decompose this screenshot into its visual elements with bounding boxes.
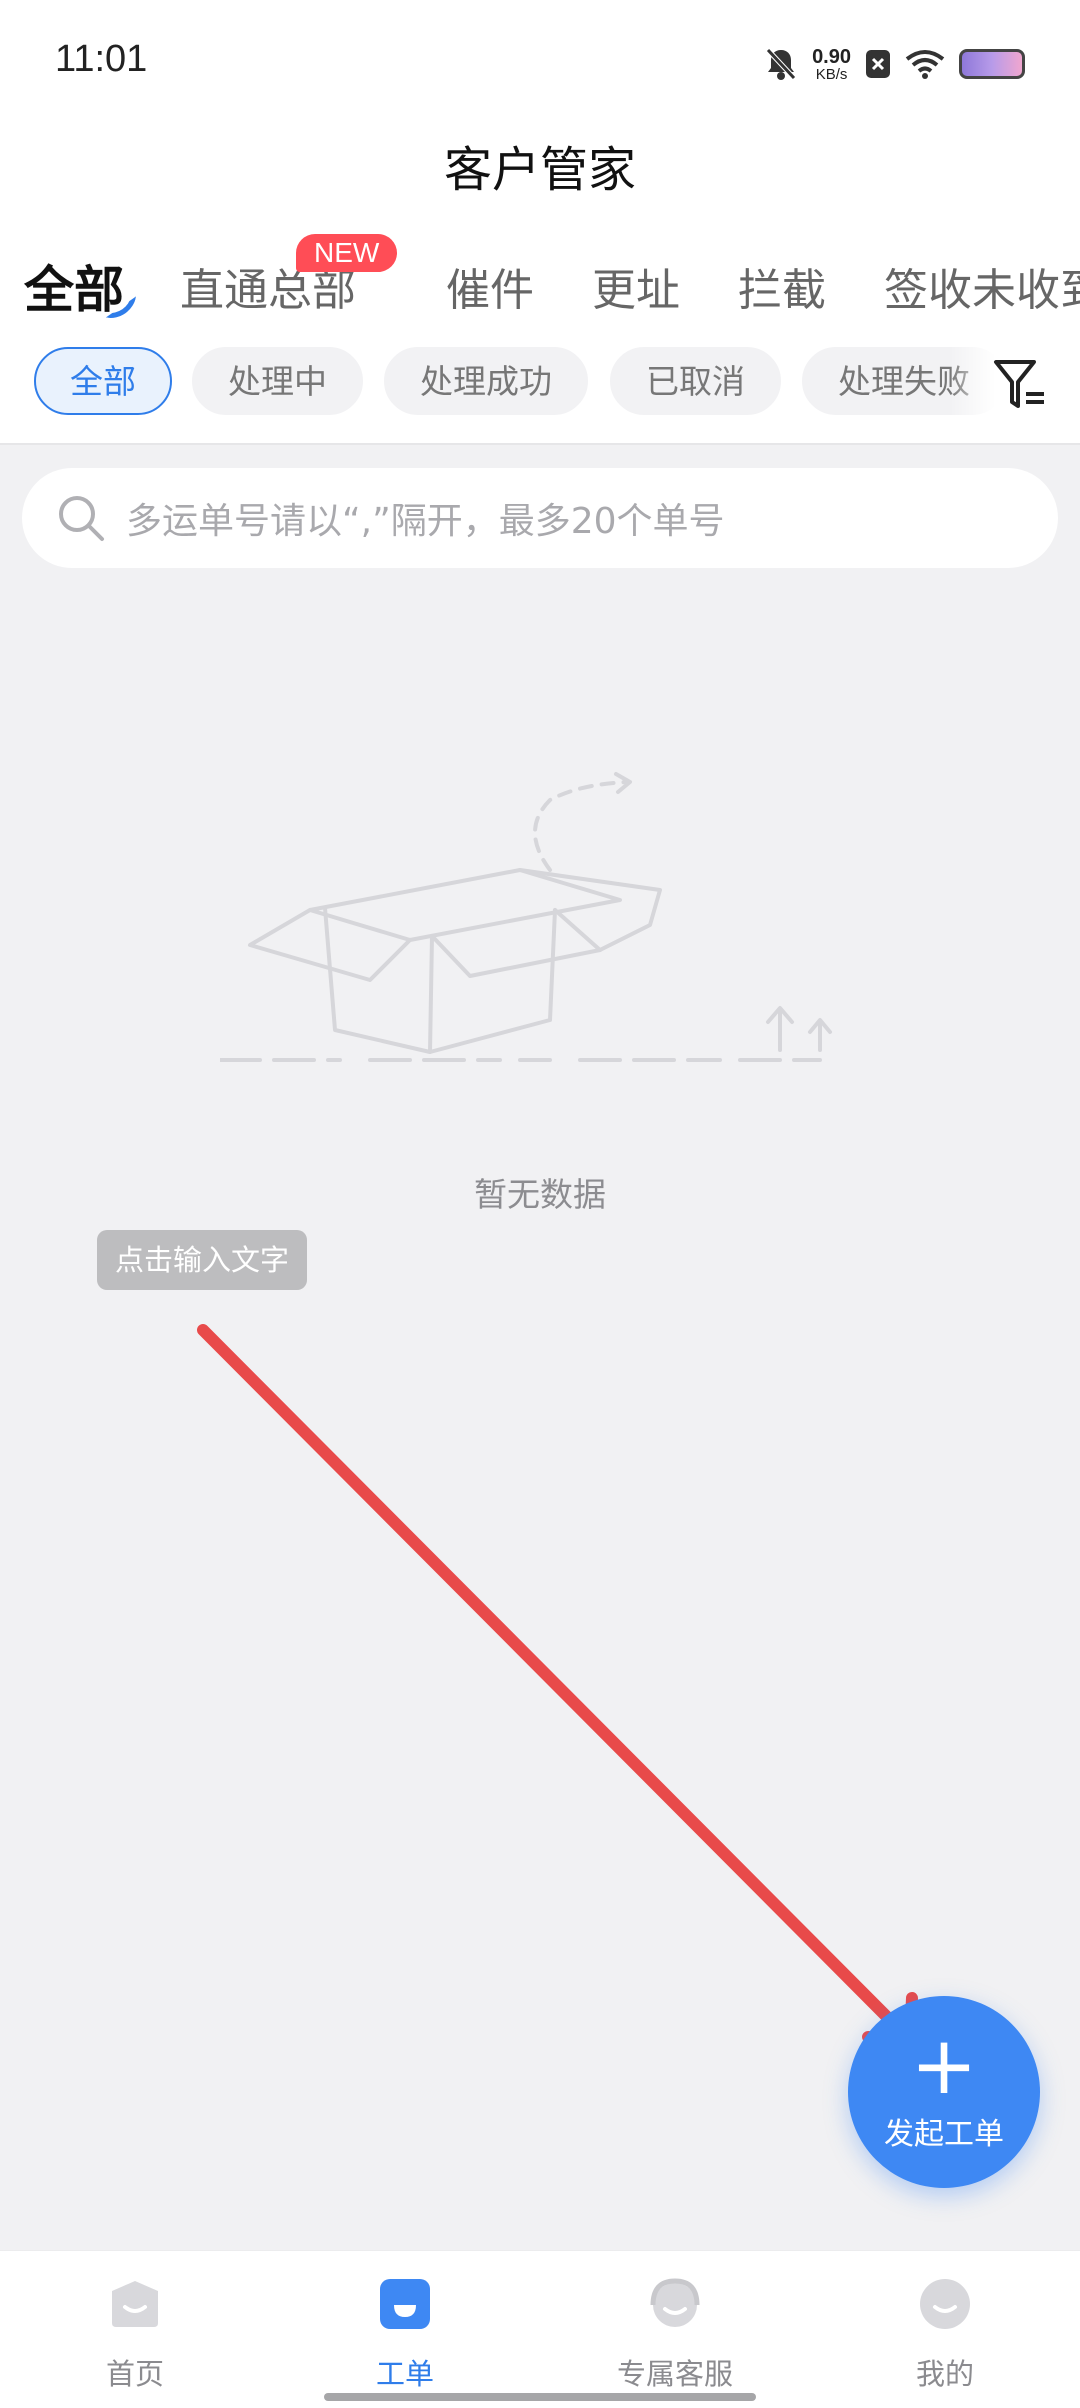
create-work-order-button[interactable]: + 发起工单 (848, 1996, 1040, 2188)
page-title: 客户管家 (443, 142, 636, 198)
wifi-icon (905, 50, 945, 79)
empty-box-illustration (220, 772, 832, 1062)
status-filter-bar: 全部 处理中 处理成功 已取消 处理失败 (0, 330, 1080, 445)
header: 客户管家 (0, 120, 1080, 230)
new-badge: NEW (296, 234, 398, 272)
chip-cancelled[interactable]: 已取消 (610, 347, 781, 415)
plus-icon: + (910, 2019, 978, 2112)
filter-icon[interactable] (990, 356, 1050, 416)
chip-all[interactable]: 全部 (34, 347, 172, 415)
battery-icon (959, 49, 1025, 79)
annotation-label[interactable]: 点击输入文字 (97, 1230, 308, 1290)
net-speed-value: 0.90 (812, 45, 851, 68)
customer-service-icon (650, 2278, 700, 2327)
nav-customer-service[interactable]: 专属客服 (540, 2251, 810, 2408)
nav-work-order-label: 工单 (375, 2357, 434, 2391)
profile-icon (920, 2279, 970, 2329)
nav-customer-service-label: 专属客服 (616, 2357, 733, 2391)
nav-profile[interactable]: 我的 (810, 2251, 1080, 2408)
status-time: 11:01 (55, 38, 148, 80)
nav-profile-label: 我的 (915, 2357, 974, 2391)
tab-intercept[interactable]: 拦截 (738, 254, 826, 318)
mute-bell-icon (766, 48, 796, 80)
search-placeholder: 多运单号请以“,”隔开，最多20个单号 (126, 501, 725, 542)
tab-change-address[interactable]: 更址 (592, 254, 680, 318)
status-bar: 11:01 0.90 KB/s (0, 0, 1080, 120)
tab-signed-not-received[interactable]: 签收未收到 (884, 254, 1080, 318)
close-notification-icon (866, 50, 890, 78)
search-box[interactable]: 多运单号请以“,”隔开，最多20个单号 (22, 468, 1058, 568)
home-icon (112, 2281, 158, 2327)
search-icon (59, 496, 104, 541)
chip-success[interactable]: 处理成功 (384, 347, 588, 415)
app-screen: 11:01 0.90 KB/s 客户管家 全部 直通总部 NEW 催件 更址 拦… (0, 0, 1080, 2408)
status-icons: 0.90 KB/s (764, 40, 1025, 88)
net-speed: 0.90 KB/s (812, 47, 851, 82)
work-order-icon (380, 2279, 430, 2329)
net-speed-unit: KB/s (815, 65, 848, 83)
main-tabs: 全部 直通总部 NEW 催件 更址 拦截 签收未收到 (0, 230, 1080, 330)
nav-home[interactable]: 首页 (0, 2251, 270, 2408)
bottom-nav: 首页 工单 专属客服 我的 (0, 2250, 1080, 2408)
empty-state-text: 暂无数据 (474, 1175, 606, 1214)
chip-processing[interactable]: 处理中 (192, 347, 363, 415)
nav-home-label: 首页 (105, 2357, 164, 2391)
tab-urge[interactable]: 催件 (446, 254, 534, 318)
nav-work-order[interactable]: 工单 (270, 2251, 540, 2408)
create-work-order-label: 发起工单 (884, 2117, 1004, 2152)
home-indicator[interactable] (324, 2393, 756, 2401)
